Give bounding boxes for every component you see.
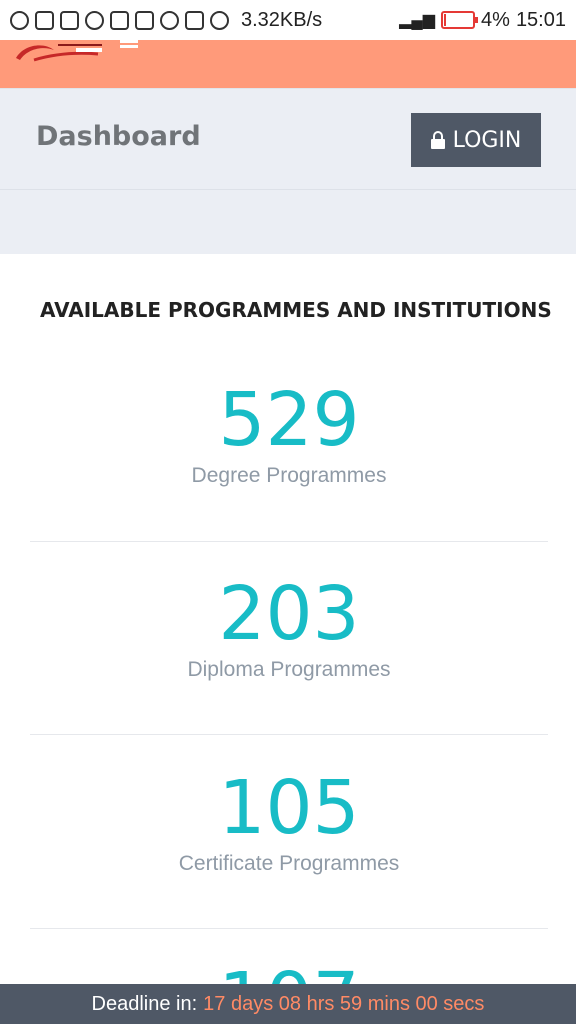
signal-icon: ▂▄▆	[399, 12, 436, 29]
stat-value: 107	[30, 960, 548, 984]
stat-certificate: 105 Certificate Programmes	[30, 768, 548, 876]
stat-value: 105	[218, 765, 360, 851]
page-title: Dashboard	[36, 121, 201, 152]
stat-label: Diploma Programmes	[187, 658, 391, 681]
status-right: ▂▄▆ 4% 15:01	[399, 9, 566, 32]
divider	[30, 734, 548, 735]
login-label: LOGIN	[452, 127, 522, 153]
alert-icon	[35, 10, 54, 30]
stat-degree: 529 Degree Programmes	[30, 380, 548, 488]
stat-institutions: 107	[30, 960, 548, 984]
shirt-icon	[60, 10, 79, 30]
dashboard-bar: Dashboard LOGIN	[0, 88, 576, 254]
stat-diploma: 203 Diploma Programmes	[30, 574, 548, 682]
section-title: AVAILABLE PROGRAMMES AND INSTITUTIONS	[40, 298, 552, 322]
divider	[0, 189, 576, 190]
call-missed-icon	[110, 10, 129, 30]
image-icon	[185, 10, 204, 30]
deadline-label: Deadline in:	[91, 992, 198, 1015]
deadline-countdown: 17 days 08 hrs 59 mins 00 secs	[203, 992, 485, 1015]
lock-icon	[430, 131, 445, 149]
hamburger-menu-icon[interactable]	[120, 40, 138, 48]
status-bar: 3.32KB/s ▂▄▆ 4% 15:01	[0, 0, 576, 40]
battery-percent: 4%	[481, 8, 510, 31]
radio-icon	[160, 10, 179, 30]
net-speed: 3.32KB/s	[241, 8, 323, 31]
login-button[interactable]: LOGIN	[411, 113, 541, 167]
stat-value: 529	[218, 377, 360, 463]
more-icon	[85, 10, 104, 30]
chat-icon	[10, 10, 29, 30]
mail-icon	[135, 10, 154, 30]
stat-label: Certificate Programmes	[178, 852, 400, 875]
clock: 15:01	[515, 8, 566, 31]
divider	[30, 928, 548, 929]
deadline-bar: Deadline in: 17 days 08 hrs 59 mins 00 s…	[0, 984, 576, 1024]
stat-label: Degree Programmes	[191, 464, 387, 487]
programmes-panel: AVAILABLE PROGRAMMES AND INSTITUTIONS 52…	[0, 254, 576, 984]
site-header	[0, 40, 576, 88]
battery-fill	[444, 14, 447, 26]
site-logo[interactable]	[14, 40, 106, 62]
stat-value: 203	[218, 571, 360, 657]
notification-icons	[10, 10, 229, 30]
shield-icon	[210, 10, 229, 30]
divider	[30, 541, 548, 542]
battery-icon	[441, 11, 479, 29]
